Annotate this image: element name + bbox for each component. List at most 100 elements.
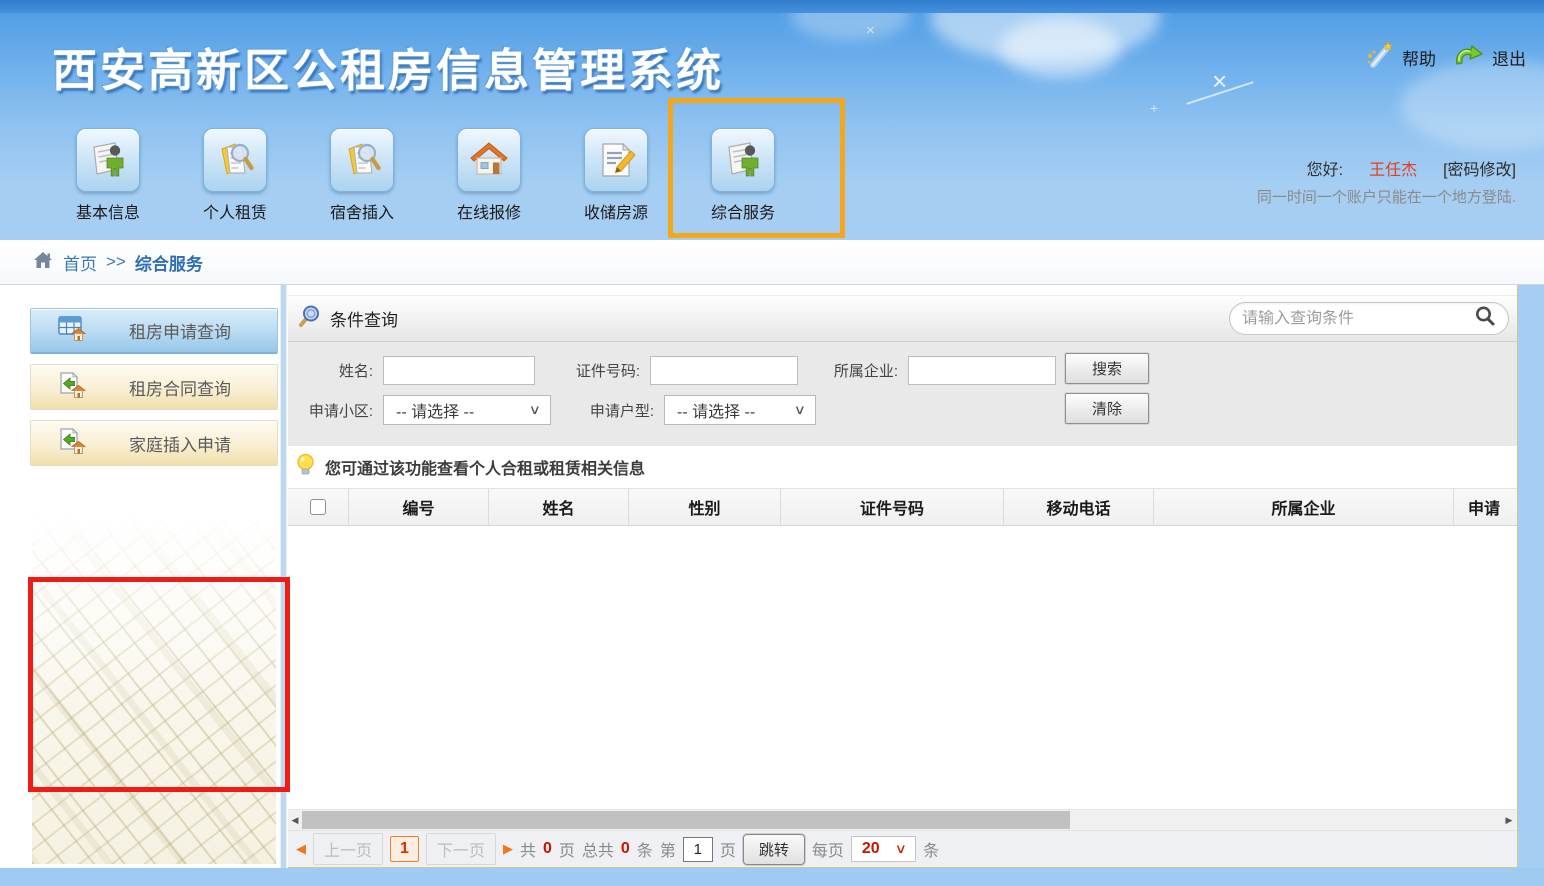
main-area: 租房申请查询 租房合同查询 家庭插入申请 条件查询 请输入查询条件 姓名: 证件… xyxy=(0,285,1544,868)
total-items-prefix: 总共 xyxy=(581,843,614,860)
next-page-button[interactable]: 下一页 xyxy=(425,833,496,865)
header-cell: 移动电话 xyxy=(1003,489,1153,525)
header-cell: 性别 xyxy=(628,489,780,525)
header-cell: 所属企业 xyxy=(1153,489,1453,525)
scrollbar-thumb[interactable] xyxy=(302,811,1070,829)
query-panel-title: 条件查询 xyxy=(330,311,398,330)
sidebar-item-label: 租房申请查询 xyxy=(129,323,231,342)
logout-arrow-icon[interactable] xyxy=(1453,42,1485,73)
help-link[interactable]: 帮助 xyxy=(1402,45,1436,70)
change-password-link[interactable]: [密码修改] xyxy=(1443,156,1516,180)
username[interactable]: 王任杰 xyxy=(1369,156,1417,180)
next-page-arrow-icon[interactable]: ▶ xyxy=(503,841,513,857)
total-pages-prefix: 共 xyxy=(519,843,536,860)
home-icon[interactable] xyxy=(32,250,54,275)
sidebar-item-rental-application-query[interactable]: 租房申请查询 xyxy=(30,308,278,354)
pagination-bar: ◀ 上一页 1 下一页 ▶ 共 0 页 总共 0 条 第 页 跳转 每页 20 … xyxy=(288,830,1517,867)
search-icon[interactable] xyxy=(1474,305,1496,332)
table-header: 编号 姓名 性别 证件号码 移动电话 所属企业 申请 xyxy=(288,488,1517,526)
community-select[interactable]: -- 请选择 -- ∨ xyxy=(383,395,551,425)
company-input[interactable] xyxy=(908,355,1056,385)
nav-label[interactable]: 宿舍插入 xyxy=(330,199,394,223)
header-cell: 申请 xyxy=(1453,489,1517,525)
logout-link[interactable]: 退出 xyxy=(1492,45,1526,70)
chevron-down-icon: ∨ xyxy=(794,402,807,417)
select-all-checkbox[interactable] xyxy=(310,499,326,515)
sidebar-item-label: 家庭插入申请 xyxy=(129,435,231,455)
breadcrumb-home-link[interactable]: 首页 xyxy=(63,250,97,275)
nav-item-basic-info[interactable]: 基本信息 xyxy=(58,128,158,223)
clear-button[interactable]: 清除 xyxy=(1065,393,1149,424)
table-house-icon xyxy=(57,314,87,347)
per-page-select[interactable]: 20 ∨ xyxy=(850,836,917,862)
current-page-button[interactable]: 1 xyxy=(390,836,419,862)
app-title: 西安高新区公租房信息管理系统 xyxy=(52,45,725,96)
name-input[interactable] xyxy=(383,355,535,385)
nav-label[interactable]: 基本信息 xyxy=(76,199,140,223)
annotation-box-orange xyxy=(668,98,845,238)
user-info: 您好: 王任杰 [密码修改] 同一时间一个账户只能在一个地方登陆. xyxy=(1257,156,1516,207)
login-notice: 同一时间一个账户只能在一个地方登陆. xyxy=(1256,189,1516,206)
chevron-down-icon: ∨ xyxy=(529,402,542,417)
breadcrumb-current: 综合服务 xyxy=(134,254,203,274)
right-margin-band xyxy=(1517,285,1544,868)
scroll-right-arrow-icon[interactable]: ▶ xyxy=(1502,810,1516,830)
nav-item-housing-stock[interactable]: 收储房源 xyxy=(566,128,666,223)
nav-label[interactable]: 个人租赁 xyxy=(203,199,267,223)
nav-item-online-repair[interactable]: 在线报修 xyxy=(439,128,539,223)
goto-prefix: 第 xyxy=(659,843,676,860)
person-doc-icon xyxy=(76,128,140,192)
chevron-down-icon: ∨ xyxy=(894,841,907,856)
breadcrumb-separator: >> xyxy=(106,252,126,271)
per-page-prefix: 每页 xyxy=(811,843,844,860)
house-icon xyxy=(457,128,521,192)
unit-type-select[interactable]: -- 请选择 -- ∨ xyxy=(664,395,816,425)
doc-pencil-icon xyxy=(584,128,648,192)
jump-button[interactable]: 跳转 xyxy=(742,833,805,865)
cloud-decoration xyxy=(1000,18,1120,78)
scroll-left-arrow-icon[interactable]: ◀ xyxy=(288,810,302,830)
table-body-empty xyxy=(288,526,1517,809)
nav-label[interactable]: 收储房源 xyxy=(584,199,648,223)
header-cell: 证件号码 xyxy=(780,489,1003,525)
sidebar-item-family-insert-application[interactable]: 家庭插入申请 xyxy=(30,420,278,466)
help-wand-icon[interactable] xyxy=(1365,40,1395,75)
quick-search-box xyxy=(1229,302,1509,335)
doc-arrow-house-icon xyxy=(57,371,87,404)
nav-item-personal-lease[interactable]: 个人租赁 xyxy=(185,128,285,223)
annotation-box-red xyxy=(28,577,290,792)
content-panel: 条件查询 姓名: 证件号码: 所属 xyxy=(288,285,1517,868)
lightbulb-icon xyxy=(295,453,316,482)
company-label: 所属企业: xyxy=(833,362,898,380)
horizontal-scrollbar: ◀ ▶ xyxy=(288,809,1517,830)
quick-search-input[interactable] xyxy=(1242,309,1474,328)
id-number-label: 证件号码: xyxy=(575,362,640,380)
community-label: 申请小区: xyxy=(308,402,373,420)
id-number-input[interactable] xyxy=(650,355,798,385)
search-button[interactable]: 搜索 xyxy=(1065,353,1149,384)
query-title-bar: 条件查询 xyxy=(288,295,1517,342)
unit-type-label: 申请户型: xyxy=(589,402,654,420)
sidebar-item-label: 租房合同查询 xyxy=(129,379,231,399)
page: × + × 西安高新区公租房信息管理系统 帮助 退出 基本信息 个人租赁 宿舍插… xyxy=(0,0,1544,886)
nav-item-dorm-insert[interactable]: 宿舍插入 xyxy=(312,128,412,223)
bottom-margin-band xyxy=(0,868,1544,886)
select-value: -- 请选择 -- xyxy=(396,404,475,421)
per-page-suffix: 条 xyxy=(923,843,940,860)
header-cell: 姓名 xyxy=(488,489,628,525)
greeting-label: 您好: xyxy=(1306,162,1344,179)
nav-label[interactable]: 在线报修 xyxy=(457,199,521,223)
tip-text: 您可通过该功能查看个人合租或租赁相关信息 xyxy=(325,461,646,478)
name-label: 姓名: xyxy=(338,362,373,380)
prev-page-button[interactable]: 上一页 xyxy=(313,833,384,865)
magnifier-icon xyxy=(298,304,322,333)
header-cell: 编号 xyxy=(348,489,488,525)
header-top-stripe xyxy=(0,0,1544,13)
prev-page-arrow-icon[interactable]: ◀ xyxy=(296,841,306,857)
header-links: 帮助 退出 xyxy=(1365,40,1526,75)
select-value: -- 请选择 -- xyxy=(677,404,756,421)
tip-row: 您可通过该功能查看个人合租或租赁相关信息 xyxy=(288,446,1517,488)
goto-page-input[interactable] xyxy=(682,836,713,862)
doc-arrow-house-icon xyxy=(57,427,87,460)
sidebar-item-rental-contract-query[interactable]: 租房合同查询 xyxy=(30,364,278,410)
